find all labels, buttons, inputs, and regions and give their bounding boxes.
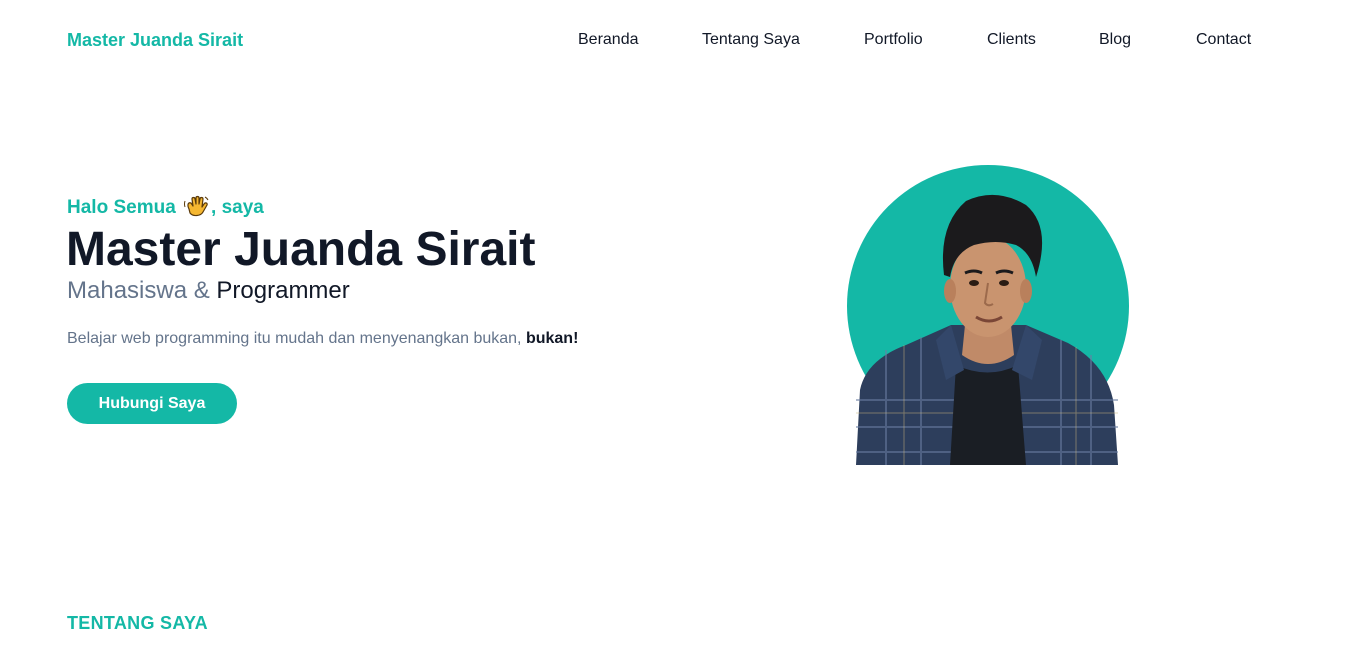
description-text: Belajar web programming itu mudah dan me… xyxy=(67,330,522,347)
greeting-text: Halo Semua xyxy=(67,197,176,218)
nav-link-tentang-saya[interactable]: Tentang Saya xyxy=(702,29,800,51)
hero-role: Mahasiswa & Programmer xyxy=(67,276,350,306)
role-primary: Mahasiswa & xyxy=(67,277,210,304)
hero-greeting: Halo Semua , saya xyxy=(67,195,264,221)
nav-link-blog[interactable]: Blog xyxy=(1099,29,1131,51)
contact-me-button[interactable]: Hubungi Saya xyxy=(67,383,237,424)
hero-name: Master Juanda Sirait xyxy=(66,223,536,276)
role-secondary: Programmer xyxy=(216,277,350,304)
page: Master Juanda Sirait Beranda Tentang Say… xyxy=(0,0,1349,651)
brand-logo[interactable]: Master Juanda Sirait xyxy=(67,29,243,51)
waving-hand-icon xyxy=(183,195,209,217)
nav-link-contact[interactable]: Contact xyxy=(1196,29,1251,51)
nav-link-portfolio[interactable]: Portfolio xyxy=(864,29,923,51)
about-section-title: TENTANG SAYA xyxy=(67,613,208,633)
hero-description: Belajar web programming itu mudah dan me… xyxy=(67,329,578,349)
description-emphasis: bukan! xyxy=(525,330,579,347)
greeting-suffix: , saya xyxy=(211,197,264,218)
nav-link-beranda[interactable]: Beranda xyxy=(578,29,639,51)
profile-photo xyxy=(846,165,1130,465)
nav-link-clients[interactable]: Clients xyxy=(987,29,1036,51)
